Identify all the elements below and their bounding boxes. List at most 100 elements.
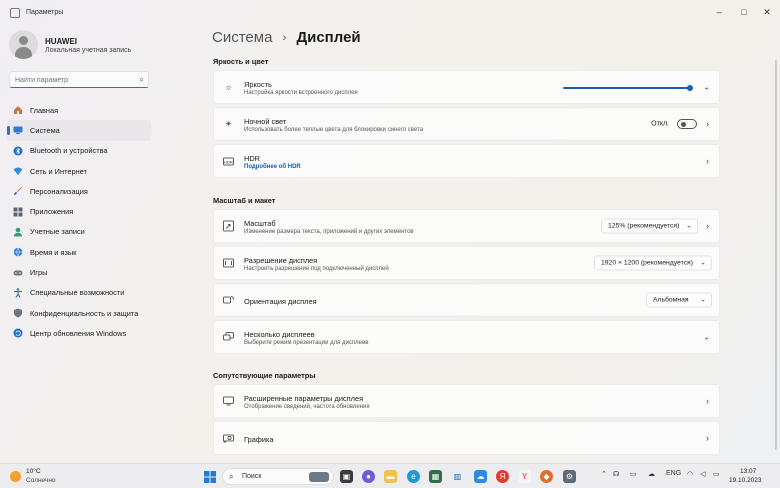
sidebar-item-label: Специальные возможности <box>30 288 125 298</box>
user-name: HUAWEI <box>45 37 77 46</box>
sidebar-nav: Главная Система Bluetooth и устройства С… <box>7 100 151 344</box>
advanced-display-subtitle: Отображение сведений, частота обновления <box>244 404 370 410</box>
sidebar-item-apps[interactable]: Приложения <box>7 201 151 221</box>
file-explorer-icon[interactable]: ▬ <box>384 470 397 483</box>
brightness-slider[interactable] <box>563 85 693 91</box>
multiple-displays-card[interactable]: Несколько дисплеев Выберите режим презен… <box>213 320 720 354</box>
yandex-browser-icon[interactable]: Я <box>496 470 509 483</box>
accessibility-icon <box>13 288 23 298</box>
battery-icon[interactable]: ▭ <box>713 470 720 478</box>
search-input[interactable] <box>15 74 133 86</box>
sidebar-item-personalization[interactable]: Персонализация <box>7 181 151 201</box>
chat-icon[interactable]: ● <box>362 470 375 483</box>
sidebar-item-accessibility[interactable]: Специальные возможности <box>7 283 151 303</box>
sidebar-item-windows-update[interactable]: Центр обновления Windows <box>7 323 151 343</box>
night-light-state: Откл. <box>651 120 669 128</box>
display-icon <box>13 125 23 135</box>
sidebar-item-system[interactable]: Система <box>7 120 151 141</box>
chevron-right-icon[interactable]: › <box>706 221 709 231</box>
home-icon <box>13 105 23 115</box>
sidebar-item-label: Приложения <box>30 207 74 217</box>
maximize-button[interactable]: □ <box>733 4 755 20</box>
chevron-right-icon[interactable]: › <box>706 433 709 443</box>
orientation-card[interactable]: Ориентация дисплея Альбомная ⌄ <box>213 283 720 317</box>
start-button-windows-icon[interactable] <box>203 470 216 483</box>
taskbar-search[interactable]: ⌕ Поиск <box>222 468 334 485</box>
sidebar-item-home[interactable]: Главная <box>7 100 151 120</box>
resolution-subtitle: Настроить разрешение под подключенный ди… <box>244 266 389 272</box>
scale-subtitle: Изменение размера текста, приложений и д… <box>244 229 414 235</box>
sidebar-item-gaming[interactable]: Игры <box>7 262 151 282</box>
hdr-title: HDR <box>244 154 261 163</box>
task-view-icon[interactable]: ▣ <box>340 470 353 483</box>
sidebar-item-privacy[interactable]: Конфиденциальность и защита <box>7 303 151 323</box>
sidebar-item-network[interactable]: Сеть и Интернет <box>7 161 151 181</box>
cast-icon[interactable]: ▭ <box>630 470 637 478</box>
chevron-right-icon[interactable]: › <box>706 396 709 406</box>
sidebar-item-label: Главная <box>30 105 59 115</box>
night-light-card[interactable]: ☀ Ночной свет Использовать более теплые … <box>213 107 720 141</box>
cloud-app-icon[interactable]: ☁ <box>474 470 487 483</box>
resolution-card[interactable]: Разрешение дисплея Настроить разрешение … <box>213 246 720 280</box>
scrollbar[interactable] <box>775 60 777 450</box>
edge-browser-icon[interactable]: e <box>407 470 420 483</box>
orientation-dropdown-value: Альбомная <box>653 296 689 304</box>
store-icon[interactable]: ▦ <box>429 470 442 483</box>
scale-title: Масштаб <box>244 219 276 228</box>
taskbar-search-label: Поиск <box>242 473 262 480</box>
scale-card[interactable]: Масштаб Изменение размера текста, прилож… <box>213 209 720 243</box>
chevron-right-icon[interactable]: › <box>706 119 709 129</box>
clock-date[interactable]: 19.10.2023 <box>729 477 762 484</box>
orientation-dropdown[interactable]: Альбомная ⌄ <box>646 292 712 308</box>
avatar <box>9 30 38 59</box>
weather-condition[interactable]: Солнечно <box>26 477 56 484</box>
sidebar-item-time-language[interactable]: Время и язык <box>7 242 151 262</box>
night-light-toggle[interactable] <box>677 119 697 129</box>
sidebar-item-label: Центр обновления Windows <box>30 328 127 338</box>
graphics-title: Графика <box>244 435 274 444</box>
hdr-card[interactable]: HDR HDR Подробнее об HDR › <box>213 144 720 178</box>
brightness-subtitle: Настройка яркости встроенного дисплея <box>244 90 358 96</box>
close-button[interactable]: ✕ <box>756 4 778 20</box>
advanced-display-card[interactable]: Расширенные параметры дисплея Отображени… <box>213 384 720 418</box>
language-indicator[interactable]: ENG <box>666 470 681 477</box>
yandex-icon[interactable]: Y <box>518 470 531 483</box>
expand-chevron-icon[interactable]: ⌄ <box>703 83 710 92</box>
weather-temperature[interactable]: 10°C <box>26 468 41 475</box>
settings-search[interactable]: ⌕ <box>9 71 149 88</box>
settings-gear-icon[interactable]: ⚙ <box>563 470 576 483</box>
sidebar-item-label: Bluetooth и устройства <box>30 146 108 156</box>
hdr-learn-more-link[interactable]: Подробнее об HDR <box>244 164 301 170</box>
headset-icon[interactable]: ☊ <box>613 470 619 478</box>
shield-icon <box>13 308 23 318</box>
brightness-card[interactable]: ☼ Яркость Настройка яркости встроенного … <box>213 70 720 104</box>
window-title: Параметры <box>26 9 64 16</box>
sidebar-item-label: Конфиденциальность и защита <box>30 308 139 318</box>
scale-dropdown[interactable]: 125% (рекомендуется) ⌄ <box>601 218 698 234</box>
user-profile[interactable]: HUAWEI Локальная учетная запись <box>9 30 189 60</box>
tray-chevron-up-icon[interactable]: ⌃ <box>601 470 607 478</box>
volume-icon[interactable]: ◁ <box>700 470 705 478</box>
app-icon[interactable]: ◆ <box>540 470 553 483</box>
person-icon <box>13 227 23 237</box>
weather-sun-icon[interactable] <box>10 471 21 482</box>
resolution-dropdown[interactable]: 1920 × 1200 (рекомендуется) ⌄ <box>594 255 712 271</box>
wifi-icon[interactable]: ◠ <box>687 470 693 478</box>
clock-time[interactable]: 13:07 <box>740 468 756 475</box>
monitor-app-icon[interactable]: ▥ <box>451 470 464 483</box>
section-title-brightness-color: Яркость и цвет <box>213 57 269 66</box>
onedrive-icon[interactable]: ☁ <box>648 470 655 478</box>
sidebar-item-bluetooth[interactable]: Bluetooth и устройства <box>7 141 151 161</box>
breadcrumb-parent[interactable]: Система <box>212 29 272 46</box>
expand-chevron-icon[interactable]: ⌄ <box>703 333 710 342</box>
graphics-card[interactable]: Графика › <box>213 421 720 455</box>
slider-thumb[interactable] <box>687 85 693 91</box>
monitor-icon <box>223 396 234 407</box>
chevron-right-icon[interactable]: › <box>706 156 709 166</box>
minimize-button[interactable]: – <box>708 4 730 20</box>
sidebar-item-accounts[interactable]: Учетные записи <box>7 222 151 242</box>
bluetooth-icon <box>13 146 23 156</box>
sidebar-item-label: Система <box>30 125 60 135</box>
search-icon[interactable]: ⌕ <box>140 75 144 85</box>
search-highlight-image <box>309 472 329 482</box>
